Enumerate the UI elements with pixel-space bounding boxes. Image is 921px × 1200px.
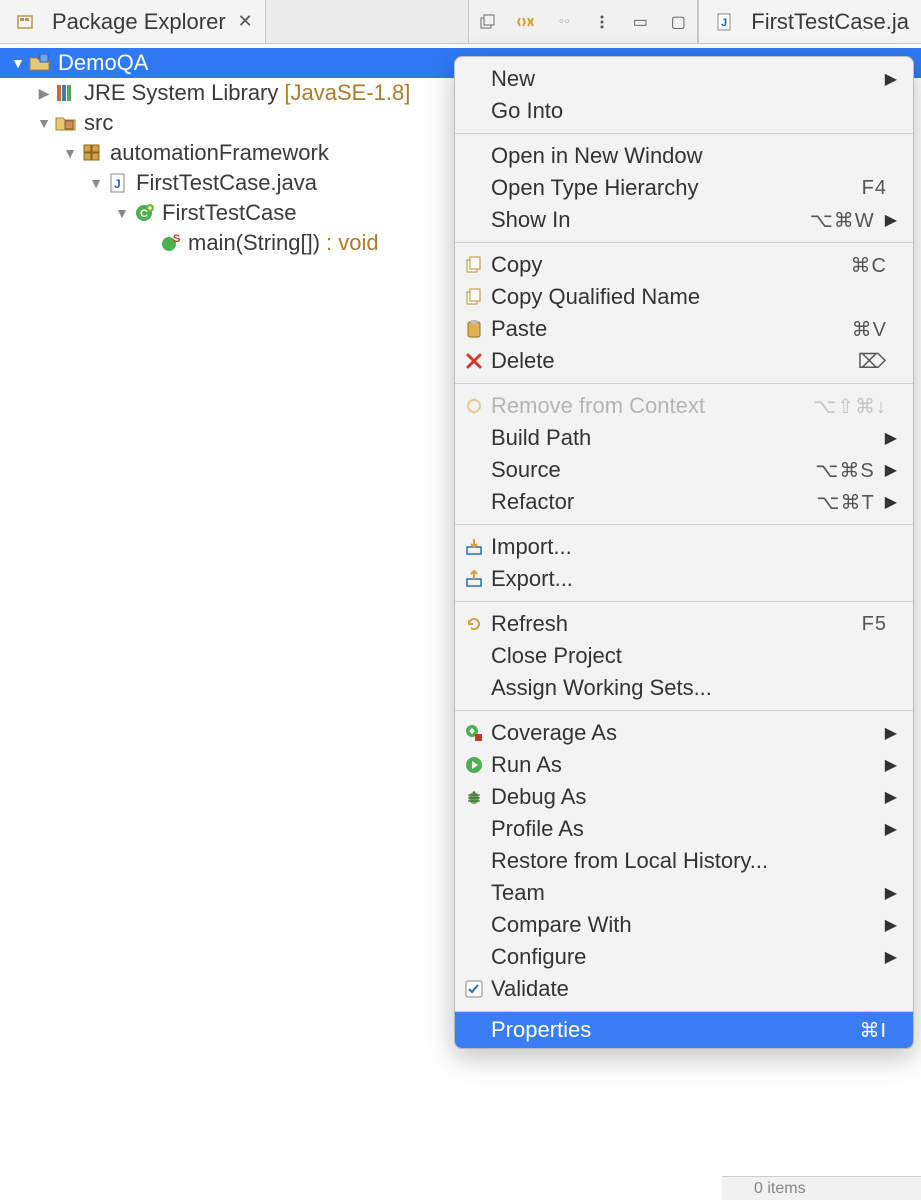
view-toolbar: ◦◦ ▭ ▢ — [468, 0, 698, 43]
copy-qualified-icon — [463, 286, 485, 308]
view-menu-icon[interactable] — [593, 13, 611, 31]
submenu-arrow-icon: ▶ — [885, 723, 897, 743]
menu-show-in[interactable]: Show In ⌥⌘W ▶ — [455, 204, 913, 236]
editor-tab-label: FirstTestCase.ja — [751, 9, 909, 35]
run-icon — [463, 754, 485, 776]
menu-properties[interactable]: Properties ⌘I — [455, 1012, 913, 1048]
export-icon — [463, 568, 485, 590]
link-editor-icon[interactable] — [517, 13, 535, 31]
close-icon[interactable]: ✕ — [238, 11, 253, 32]
menu-validate[interactable]: Validate — [455, 973, 913, 1005]
menu-open-new-window[interactable]: Open in New Window — [455, 140, 913, 172]
tree-label: src — [84, 110, 113, 136]
submenu-arrow-icon: ▶ — [885, 755, 897, 775]
menu-copy-qualified-name[interactable]: Copy Qualified Name — [455, 281, 913, 313]
package-explorer-tab[interactable]: Package Explorer ✕ — [0, 0, 266, 43]
context-menu: New ▶ Go Into Open in New Window Open Ty… — [454, 56, 914, 1049]
tree-label: automationFramework — [110, 140, 329, 166]
expand-toggle-icon[interactable]: ▼ — [36, 115, 52, 131]
remove-context-icon — [463, 395, 485, 417]
status-bar: 0 items — [722, 1176, 921, 1200]
import-icon — [463, 536, 485, 558]
svg-text:J: J — [721, 17, 727, 29]
tree-return-type: : void — [326, 230, 379, 256]
tree-label: FirstTestCase.java — [136, 170, 317, 196]
java-file-icon: J — [713, 10, 737, 34]
submenu-arrow-icon: ▶ — [885, 915, 897, 935]
submenu-arrow-icon: ▶ — [885, 210, 897, 230]
submenu-arrow-icon: ▶ — [885, 492, 897, 512]
menu-copy[interactable]: Copy ⌘C — [455, 249, 913, 281]
expand-toggle-icon[interactable]: ▼ — [88, 175, 104, 191]
java-file-icon: J — [106, 171, 130, 195]
tree-label: DemoQA — [58, 50, 148, 76]
class-icon: C — [132, 201, 156, 225]
menu-assign-working-sets[interactable]: Assign Working Sets... — [455, 672, 913, 704]
submenu-arrow-icon: ▶ — [885, 428, 897, 448]
svg-text:S: S — [173, 233, 180, 245]
tree-label: main(String[]) — [188, 230, 320, 256]
expand-toggle-icon[interactable]: ▼ — [62, 145, 78, 161]
minimize-icon[interactable]: ▭ — [631, 13, 649, 31]
validate-icon — [463, 978, 485, 1000]
menu-build-path[interactable]: Build Path ▶ — [455, 422, 913, 454]
menu-export[interactable]: Export... — [455, 563, 913, 595]
menu-source[interactable]: Source ⌥⌘S ▶ — [455, 454, 913, 486]
menu-debug-as[interactable]: Debug As ▶ — [455, 781, 913, 813]
tree-label: FirstTestCase — [162, 200, 296, 226]
menu-refresh[interactable]: Refresh F5 — [455, 608, 913, 640]
menu-open-type-hierarchy[interactable]: Open Type Hierarchy F4 — [455, 172, 913, 204]
submenu-arrow-icon: ▶ — [885, 69, 897, 89]
expand-toggle-icon[interactable]: ▶ — [36, 85, 52, 102]
expand-toggle-icon[interactable]: ▼ — [114, 205, 130, 221]
tree-label: JRE System Library — [84, 80, 278, 106]
coverage-icon — [463, 722, 485, 744]
menu-paste[interactable]: Paste ⌘V — [455, 313, 913, 345]
menu-compare-with[interactable]: Compare With ▶ — [455, 909, 913, 941]
menu-coverage-as[interactable]: Coverage As ▶ — [455, 717, 913, 749]
focus-icon[interactable]: ◦◦ — [555, 13, 573, 31]
menu-delete[interactable]: Delete ⌦ — [455, 345, 913, 377]
menu-refactor[interactable]: Refactor ⌥⌘T ▶ — [455, 486, 913, 518]
menu-team[interactable]: Team ▶ — [455, 877, 913, 909]
menu-profile-as[interactable]: Profile As ▶ — [455, 813, 913, 845]
menu-configure[interactable]: Configure ▶ — [455, 941, 913, 973]
status-text: 0 items — [754, 1180, 806, 1198]
submenu-arrow-icon: ▶ — [885, 787, 897, 807]
submenu-arrow-icon: ▶ — [885, 947, 897, 967]
method-icon: S — [158, 231, 182, 255]
submenu-arrow-icon: ▶ — [885, 460, 897, 480]
project-icon — [28, 51, 52, 75]
package-explorer-tab-label: Package Explorer — [52, 9, 226, 35]
menu-new[interactable]: New ▶ — [455, 63, 913, 95]
menu-go-into[interactable]: Go Into — [455, 95, 913, 127]
package-icon — [80, 141, 104, 165]
refresh-icon — [463, 613, 485, 635]
svg-text:J: J — [114, 177, 121, 191]
delete-icon — [463, 350, 485, 372]
submenu-arrow-icon: ▶ — [885, 819, 897, 839]
paste-icon — [463, 318, 485, 340]
expand-toggle-icon[interactable]: ▼ — [10, 55, 26, 71]
source-folder-icon — [54, 111, 78, 135]
maximize-icon[interactable]: ▢ — [669, 13, 687, 31]
menu-remove-from-context: Remove from Context ⌥⇧⌘↓ — [455, 390, 913, 422]
collapse-all-icon[interactable] — [479, 13, 497, 31]
menu-import[interactable]: Import... — [455, 531, 913, 563]
tab-spacer — [266, 0, 469, 43]
library-icon — [54, 81, 78, 105]
tree-qualifier: [JavaSE-1.8] — [284, 80, 410, 106]
editor-tab[interactable]: J FirstTestCase.ja — [698, 0, 921, 43]
submenu-arrow-icon: ▶ — [885, 883, 897, 903]
package-explorer-icon — [14, 10, 38, 34]
tab-bar: Package Explorer ✕ ◦◦ ▭ ▢ J FirstTestCas… — [0, 0, 921, 44]
menu-close-project[interactable]: Close Project — [455, 640, 913, 672]
menu-restore-history[interactable]: Restore from Local History... — [455, 845, 913, 877]
menu-run-as[interactable]: Run As ▶ — [455, 749, 913, 781]
debug-icon — [463, 786, 485, 808]
copy-icon — [463, 254, 485, 276]
